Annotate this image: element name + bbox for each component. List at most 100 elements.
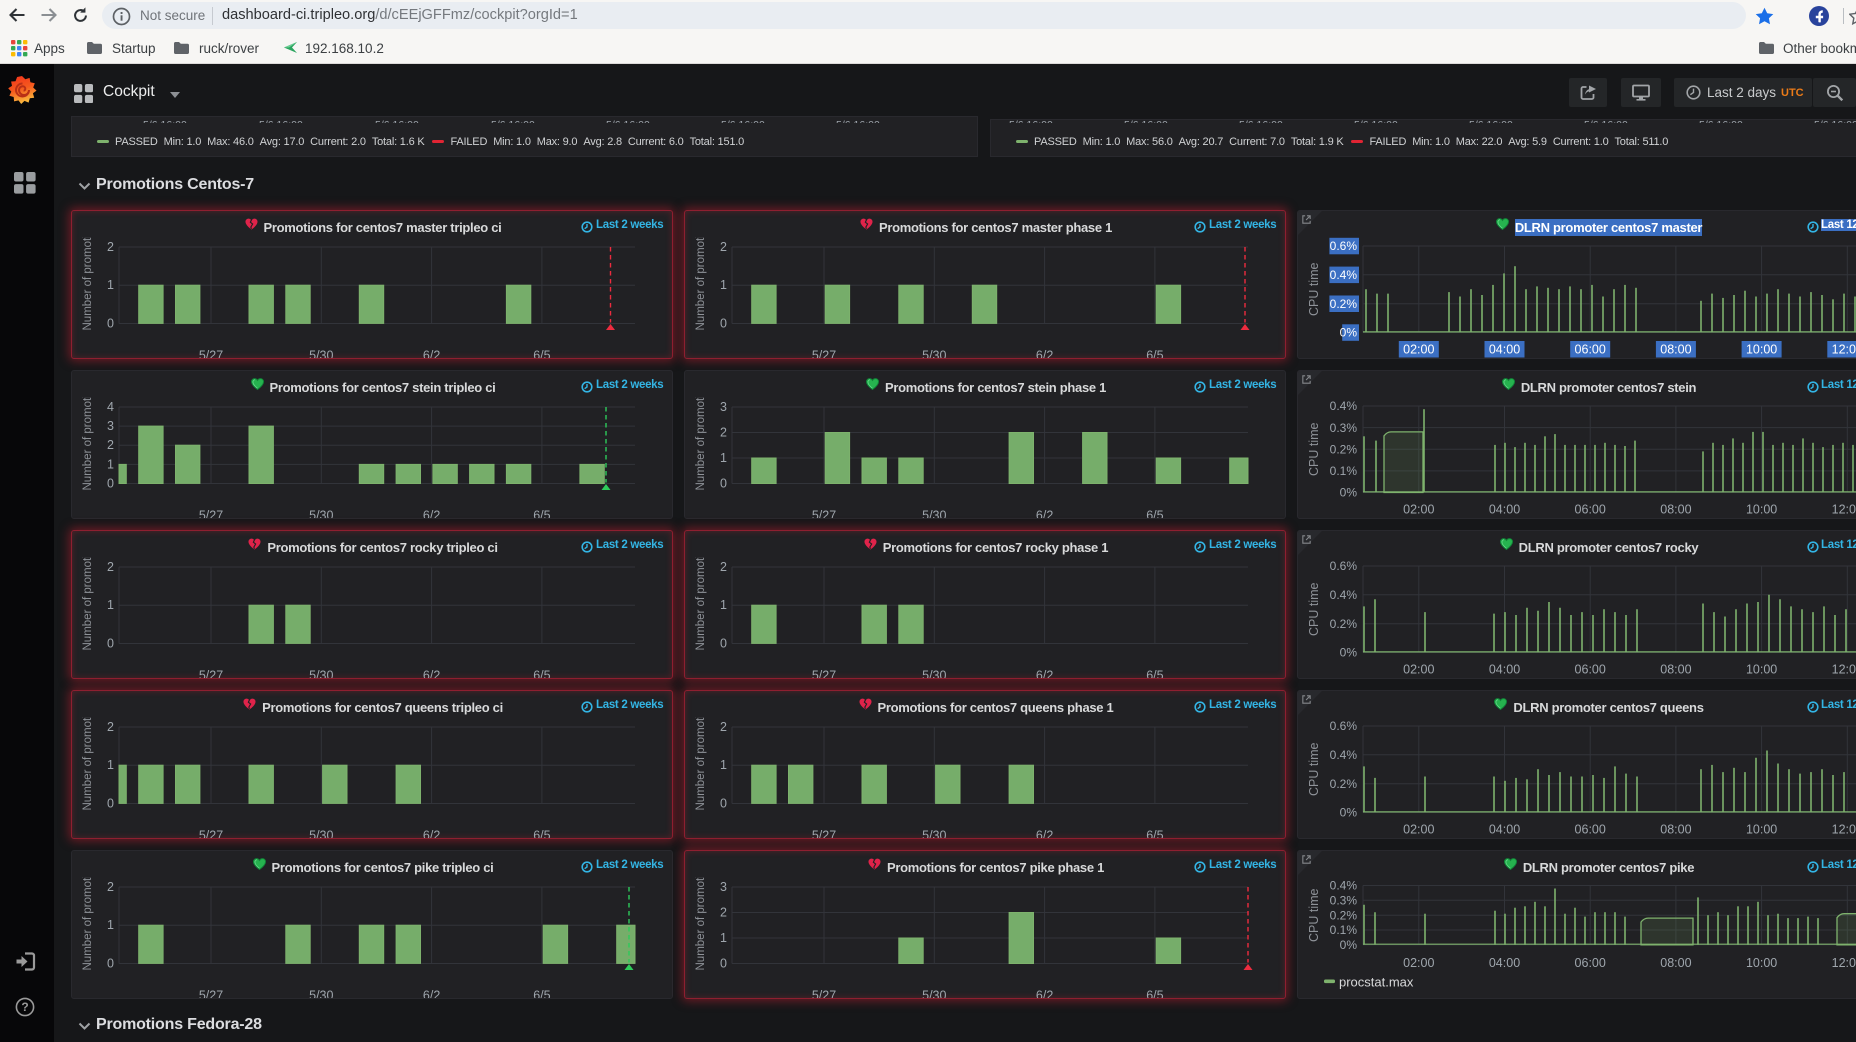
svg-text:0%: 0%: [1340, 646, 1358, 660]
svg-text:02:00: 02:00: [1403, 343, 1434, 357]
svg-text:5/27: 5/27: [199, 669, 223, 679]
svg-text:1: 1: [107, 918, 114, 932]
svg-text:5/27: 5/27: [199, 989, 223, 999]
svg-text:10:00: 10:00: [1746, 503, 1777, 517]
svg-text:0%: 0%: [1340, 806, 1358, 820]
svg-text:5/27: 5/27: [199, 829, 223, 839]
svg-text:0: 0: [107, 317, 114, 331]
svg-text:06:00: 06:00: [1575, 343, 1606, 357]
svg-text:10:00: 10:00: [1746, 343, 1777, 357]
svg-text:?: ?: [21, 1000, 28, 1014]
svg-text:0.2%: 0.2%: [1330, 297, 1358, 311]
svg-text:6/2: 6/2: [1036, 989, 1053, 999]
svg-text:12:00: 12:00: [1832, 956, 1856, 970]
svg-text:1: 1: [720, 758, 727, 772]
svg-text:0.4%: 0.4%: [1330, 588, 1358, 602]
svg-text:08:00: 08:00: [1660, 823, 1691, 837]
svg-text:04:00: 04:00: [1489, 343, 1520, 357]
svg-text:1: 1: [720, 598, 727, 612]
svg-text:CPU time: CPU time: [1307, 888, 1321, 942]
svg-text:5/27: 5/27: [199, 349, 223, 359]
svg-text:0.6%: 0.6%: [1330, 719, 1358, 733]
svg-text:4: 4: [107, 400, 114, 414]
svg-text:6/5: 6/5: [533, 829, 550, 839]
svg-text:04:00: 04:00: [1489, 956, 1520, 970]
svg-text:2: 2: [720, 720, 727, 734]
svg-text:0.2%: 0.2%: [1330, 777, 1358, 791]
svg-text:procstat.max: procstat.max: [1339, 975, 1414, 990]
svg-text:1: 1: [107, 598, 114, 612]
svg-text:5/30: 5/30: [922, 669, 946, 679]
svg-text:5/27: 5/27: [812, 669, 836, 679]
svg-text:06:00: 06:00: [1575, 823, 1606, 837]
svg-text:0.6%: 0.6%: [1330, 239, 1358, 253]
svg-text:0: 0: [107, 477, 114, 491]
svg-text:1: 1: [720, 451, 727, 465]
svg-text:5/27: 5/27: [199, 509, 223, 519]
svg-text:0: 0: [720, 957, 727, 971]
svg-text:5/27: 5/27: [812, 349, 836, 359]
svg-text:0.6%: 0.6%: [1330, 559, 1358, 573]
svg-text:6/2: 6/2: [1036, 669, 1053, 679]
svg-text:12:00: 12:00: [1832, 823, 1856, 837]
svg-text:0.3%: 0.3%: [1330, 421, 1358, 435]
svg-text:0.2%: 0.2%: [1330, 908, 1358, 922]
svg-text:5/30: 5/30: [922, 989, 946, 999]
svg-text:10:00: 10:00: [1746, 956, 1777, 970]
svg-text:2: 2: [107, 720, 114, 734]
svg-text:0.1%: 0.1%: [1330, 923, 1358, 937]
svg-text:0.4%: 0.4%: [1330, 748, 1358, 762]
svg-text:02:00: 02:00: [1403, 663, 1434, 677]
svg-text:CPU time: CPU time: [1307, 742, 1321, 796]
svg-text:1: 1: [107, 278, 114, 292]
svg-text:06:00: 06:00: [1575, 503, 1606, 517]
svg-text:6/5: 6/5: [533, 349, 550, 359]
svg-text:0: 0: [720, 477, 727, 491]
svg-text:5/27: 5/27: [812, 829, 836, 839]
svg-text:04:00: 04:00: [1489, 503, 1520, 517]
svg-text:0.4%: 0.4%: [1330, 268, 1358, 282]
svg-text:5/30: 5/30: [309, 989, 333, 999]
svg-text:08:00: 08:00: [1660, 956, 1691, 970]
svg-text:6/5: 6/5: [1146, 669, 1163, 679]
svg-text:CPU time: CPU time: [1307, 262, 1321, 316]
svg-text:2: 2: [720, 560, 727, 574]
svg-text:CPU time: CPU time: [1307, 422, 1321, 476]
svg-text:02:00: 02:00: [1403, 956, 1434, 970]
svg-text:0%: 0%: [1340, 938, 1358, 952]
svg-text:3: 3: [720, 400, 727, 414]
svg-text:6/2: 6/2: [423, 829, 440, 839]
svg-text:04:00: 04:00: [1489, 823, 1520, 837]
svg-text:0: 0: [107, 637, 114, 651]
svg-text:0.3%: 0.3%: [1330, 894, 1358, 908]
svg-text:2: 2: [107, 560, 114, 574]
svg-text:6/2: 6/2: [1036, 829, 1053, 839]
svg-text:6/5: 6/5: [1146, 989, 1163, 999]
svg-text:08:00: 08:00: [1660, 503, 1691, 517]
svg-text:2: 2: [720, 240, 727, 254]
svg-text:08:00: 08:00: [1660, 663, 1691, 677]
svg-text:6/5: 6/5: [1146, 349, 1163, 359]
svg-text:2: 2: [107, 240, 114, 254]
svg-text:02:00: 02:00: [1403, 823, 1434, 837]
svg-text:0: 0: [720, 797, 727, 811]
svg-text:10:00: 10:00: [1746, 663, 1777, 677]
svg-text:5/30: 5/30: [922, 349, 946, 359]
svg-text:5/30: 5/30: [309, 349, 333, 359]
svg-text:CPU time: CPU time: [1307, 582, 1321, 636]
svg-text:12:00: 12:00: [1832, 343, 1856, 357]
svg-text:0.2%: 0.2%: [1330, 617, 1358, 631]
svg-text:0.2%: 0.2%: [1330, 443, 1358, 457]
svg-text:06:00: 06:00: [1575, 956, 1606, 970]
svg-text:02:00: 02:00: [1403, 503, 1434, 517]
svg-text:6/5: 6/5: [533, 669, 550, 679]
svg-text:2: 2: [720, 906, 727, 920]
svg-text:6/5: 6/5: [533, 509, 550, 519]
svg-text:5/30: 5/30: [922, 829, 946, 839]
svg-text:5/30: 5/30: [309, 669, 333, 679]
svg-text:06:00: 06:00: [1575, 663, 1606, 677]
svg-text:5/30: 5/30: [309, 509, 333, 519]
svg-text:2: 2: [107, 880, 114, 894]
svg-text:10:00: 10:00: [1746, 823, 1777, 837]
svg-text:0.4%: 0.4%: [1330, 879, 1358, 893]
